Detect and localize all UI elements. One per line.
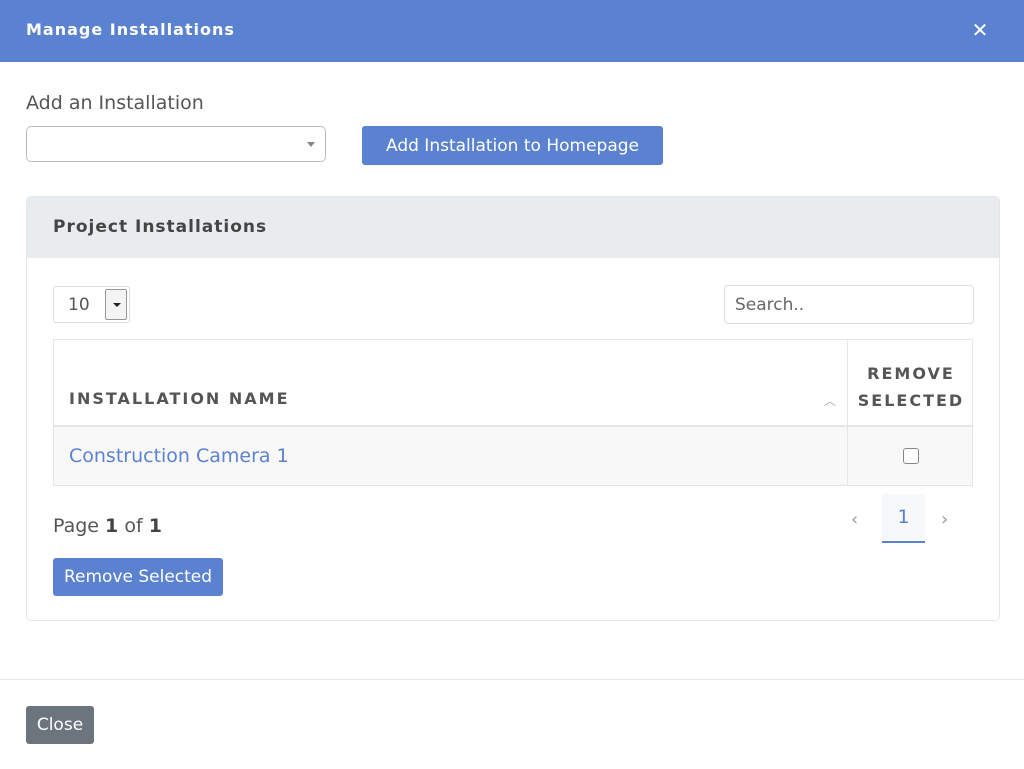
- of-word: of: [124, 515, 143, 537]
- modal-header: Manage Installations ✕: [0, 0, 1024, 62]
- sort-ascending-icon[interactable]: ︿: [824, 392, 838, 408]
- add-installation-label: Add an Installation: [26, 92, 204, 114]
- page-size-select[interactable]: 10: [53, 286, 130, 323]
- dropdown-arrow-icon[interactable]: [105, 289, 127, 320]
- add-installation-button[interactable]: Add Installation to Homepage: [362, 126, 663, 165]
- chevron-left-icon[interactable]: ‹: [851, 509, 858, 530]
- installation-select[interactable]: [26, 126, 326, 162]
- page-size-value: 10: [68, 295, 90, 315]
- close-icon[interactable]: ✕: [968, 18, 992, 42]
- page-info: Page 1 of 1: [53, 515, 162, 537]
- remove-selected-button[interactable]: Remove Selected: [53, 558, 223, 596]
- close-button[interactable]: Close: [26, 706, 94, 744]
- remove-checkbox[interactable]: [903, 448, 919, 464]
- panel-title: Project Installations: [53, 217, 268, 237]
- installations-table: INSTALLATION NAME ︿ REMOVE SELECTED Cons…: [53, 339, 973, 486]
- panel-heading: Project Installations: [27, 197, 999, 258]
- remove-header-line2: SELECTED: [857, 391, 965, 410]
- total-pages: 1: [148, 515, 162, 537]
- search-input[interactable]: [724, 285, 974, 324]
- page-word: Page: [53, 515, 99, 537]
- column-header-remove-selected: REMOVE SELECTED: [848, 360, 974, 414]
- modal-title: Manage Installations: [26, 20, 235, 39]
- table-header: INSTALLATION NAME ︿ REMOVE SELECTED: [54, 340, 972, 427]
- page-button[interactable]: 1: [882, 494, 925, 543]
- column-header-installation-name[interactable]: INSTALLATION NAME: [69, 389, 290, 408]
- installation-name-link[interactable]: Construction Camera 1: [69, 445, 289, 467]
- chevron-right-icon[interactable]: ›: [941, 509, 948, 530]
- project-installations-panel: Project Installations 10 INSTALLATION NA…: [26, 196, 1000, 621]
- remove-header-line1: REMOVE: [867, 364, 955, 383]
- current-page: 1: [105, 515, 119, 537]
- chevron-down-icon: [307, 142, 315, 147]
- footer-divider: [0, 679, 1024, 680]
- column-divider: [847, 427, 848, 485]
- table-row: Construction Camera 1: [54, 427, 972, 485]
